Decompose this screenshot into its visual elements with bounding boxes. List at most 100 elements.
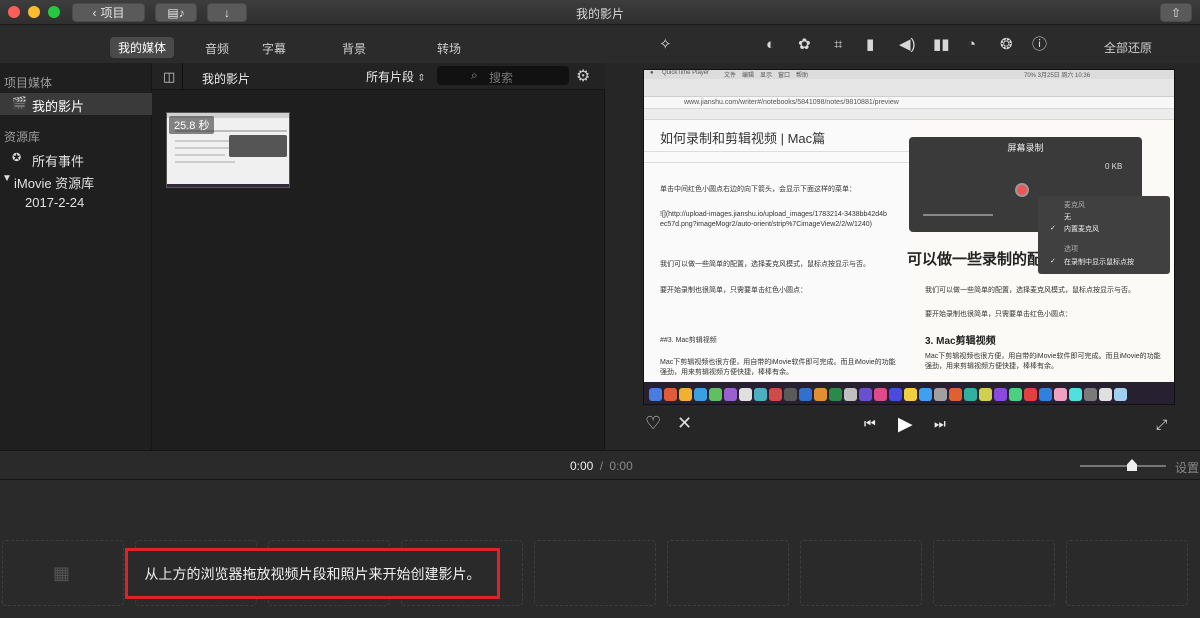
sidebar-item-my-movie[interactable]: 🎬 我的影片	[0, 93, 152, 115]
skip-back-icon[interactable]: ⏮	[864, 416, 876, 432]
clip-duration-badge: 25.8 秒	[169, 116, 215, 134]
preview-heading: 可以做一些录制的配	[907, 251, 1043, 268]
fullscreen-icon[interactable]: ⤢	[1156, 416, 1167, 433]
checkmark-icon: ✓	[1050, 225, 1056, 232]
zoom-slider-thumb[interactable]	[1127, 459, 1137, 471]
record-dot-icon	[1015, 183, 1029, 197]
preview-line: ![](http://upload-images.jianshu.io/uplo…	[660, 211, 887, 228]
reject-icon[interactable]: ✕	[677, 413, 692, 434]
current-time: 0:00	[570, 459, 594, 473]
share-icon: ⇧	[1170, 5, 1182, 20]
thumb-line	[175, 161, 235, 163]
preview-recording-size: 0 KB	[1105, 162, 1123, 171]
preview-editor-pane: 如何录制和剪辑视频 | Mac篇 单击中间红色小圆点右边的向下箭头，会显示下面这…	[644, 120, 909, 382]
skip-forward-icon[interactable]: ⏭	[934, 416, 946, 432]
timeline-hint-text: 从上方的浏览器拖放视频片段和照片来开始创建影片。	[144, 565, 481, 582]
preview-line: 要开始录制也很简单，只需要单击红色小圆点：	[925, 311, 1072, 318]
thumb-line	[175, 154, 225, 156]
reset-all-button[interactable]: 全部还原	[1104, 39, 1152, 56]
search-placeholder: 搜索	[489, 71, 514, 85]
preview-line: 我们可以做一些简单的配置，选择麦克风模式，鼠标点按显示与否。	[660, 261, 870, 268]
speedometer-icon[interactable]: ◔	[967, 37, 976, 53]
film-strip-icon: ▦	[53, 563, 71, 583]
sidebar-item-library[interactable]: ▼ iMovie 资源库	[0, 171, 152, 191]
video-camera-icon[interactable]: ▮	[866, 37, 874, 53]
settings-button[interactable]: 设置	[1175, 459, 1199, 476]
preview-line: 单击中间红色小圆点右边的向下箭头，会显示下面这样的菜单：	[660, 186, 856, 193]
window-title: 我的影片	[575, 7, 624, 21]
preview-line: Mac下剪辑视频也很方便，用自带的iMovie软件即可完成。而且iMovie的功…	[925, 353, 1161, 370]
magic-wand-icon[interactable]: ✧	[659, 37, 672, 53]
gear-icon[interactable]: ⚙	[576, 66, 590, 86]
timeline-placeholder-slot	[534, 540, 656, 606]
color-balance-icon[interactable]: ◐	[766, 37, 775, 53]
timecode: 0:00 / 0:00	[570, 459, 633, 473]
tab-titles[interactable]: 字幕	[262, 40, 286, 57]
viewer-frame: ● QuickTime Player 文件 编辑 显示 窗口 帮助 70% 3月…	[643, 69, 1175, 405]
clip-filter-select[interactable]: 所有片段 ⇕	[366, 68, 426, 85]
divider	[182, 63, 183, 90]
search-icon: ⌕	[471, 68, 478, 82]
library-header: 资源库	[4, 130, 41, 144]
preview-menu-item: 无	[1064, 214, 1071, 221]
timeline-drop-hint: 从上方的浏览器拖放视频片段和照片来开始创建影片。	[125, 548, 500, 599]
checkmark-icon: ✓	[1050, 258, 1056, 265]
sidebar-item-event[interactable]: 2017-2-24	[0, 193, 152, 213]
preview-volume-slider	[923, 214, 993, 216]
sidebar-toggle-icon[interactable]: ◫	[163, 69, 175, 85]
share-button[interactable]: ⇧	[1160, 3, 1192, 22]
tab-backgrounds[interactable]: 背景	[342, 40, 366, 57]
zoom-slider-track[interactable]	[1080, 465, 1166, 467]
updown-chevron-icon: ⇕	[417, 73, 426, 84]
preview-address-bar: www.jianshu.com/writer#/notebooks/584109…	[644, 97, 1174, 109]
preview-line: 要开始录制也很简单，只需要单击红色小圆点：	[660, 287, 807, 294]
timeline-placeholder-slot	[800, 540, 922, 606]
play-icon[interactable]: ▶	[898, 413, 913, 436]
timeline-placeholder-slot: ▦	[2, 540, 124, 606]
clapperboard-icon: 🎬	[12, 96, 27, 110]
preview-editor-toolbar	[644, 151, 909, 163]
tab-transitions[interactable]: 转场	[437, 40, 461, 57]
browser-title: 我的影片	[202, 72, 251, 86]
equalizer-icon[interactable]: ▮▮	[933, 37, 950, 53]
preview-line: Mac下剪辑视频也很方便，用自带的iMovie软件即可完成。而且iMovie的功…	[660, 359, 896, 376]
preview-menubar: ● QuickTime Player 文件 编辑 显示 窗口 帮助 70% 3月…	[644, 70, 1174, 79]
thumb-line	[175, 147, 237, 149]
time-separator: /	[599, 459, 604, 473]
thumb-recording-panel	[229, 135, 287, 157]
timeline-placeholder-slot	[667, 540, 789, 606]
preview-recording-title: 屏幕录制	[1007, 143, 1044, 153]
volume-icon[interactable]: ◀)	[899, 37, 916, 53]
apple-icon: ●	[650, 70, 654, 76]
filter-circles-icon[interactable]: ❂	[1000, 37, 1013, 53]
tab-my-media[interactable]: 我的媒体	[110, 37, 175, 58]
preview-line: ##3. Mac剪辑视频	[660, 337, 717, 344]
crop-icon[interactable]: ⌗	[834, 37, 842, 53]
media-browser: ◫ 我的影片 所有片段 ⇕ ⌕ 搜索 ⚙ 25.8 秒	[152, 63, 605, 450]
disclosure-triangle-icon[interactable]: ▼	[2, 173, 12, 184]
preview-menu-header: 麦克风	[1064, 202, 1085, 209]
preview-mic-menu: 麦克风 无 ✓ 内置麦克风 选项 ✓ 在录制中显示鼠标点按	[1038, 196, 1170, 274]
preview-subheading: 3. Mac剪辑视频	[925, 336, 996, 347]
total-time: 0:00	[609, 459, 633, 473]
preview-bookmarks-bar	[644, 109, 1174, 120]
info-icon[interactable]: ⓘ	[1032, 37, 1047, 53]
browser-header: ◫ 我的影片 所有片段 ⇕ ⌕ 搜索 ⚙	[152, 63, 605, 90]
video-clip-thumbnail[interactable]: 25.8 秒	[166, 112, 290, 188]
color-palette-icon[interactable]: ✿	[798, 37, 811, 53]
toolbar: 我的媒体 音频 字幕 背景 转场 ✧ ◐ ✿ ⌗ ▮ ◀) ▮▮ ◔ ❂ ⓘ 全…	[0, 25, 1200, 63]
preview-line: 我们可以做一些简单的配置，选择麦克风模式，鼠标点按显示与否。	[925, 287, 1135, 294]
sidebar-item-all-events[interactable]: ✪ 所有事件	[0, 149, 152, 169]
preview-browser-tabs	[644, 79, 1174, 97]
project-media-header: 项目媒体	[4, 76, 53, 90]
search-field[interactable]: ⌕ 搜索	[437, 66, 569, 85]
timeline-placeholder-slot	[1066, 540, 1188, 606]
preview-menu-item: 内置麦克风	[1064, 226, 1099, 233]
thumb-dock	[167, 184, 289, 187]
heart-favorite-icon[interactable]: ♡	[645, 413, 661, 434]
timeline-placeholder-slot	[933, 540, 1055, 606]
preview-menu-header: 选项	[1064, 246, 1078, 253]
preview-article-title: 如何录制和剪辑视频 | Mac篇	[660, 131, 826, 146]
thumb-line	[175, 140, 233, 142]
tab-audio[interactable]: 音频	[205, 40, 229, 57]
